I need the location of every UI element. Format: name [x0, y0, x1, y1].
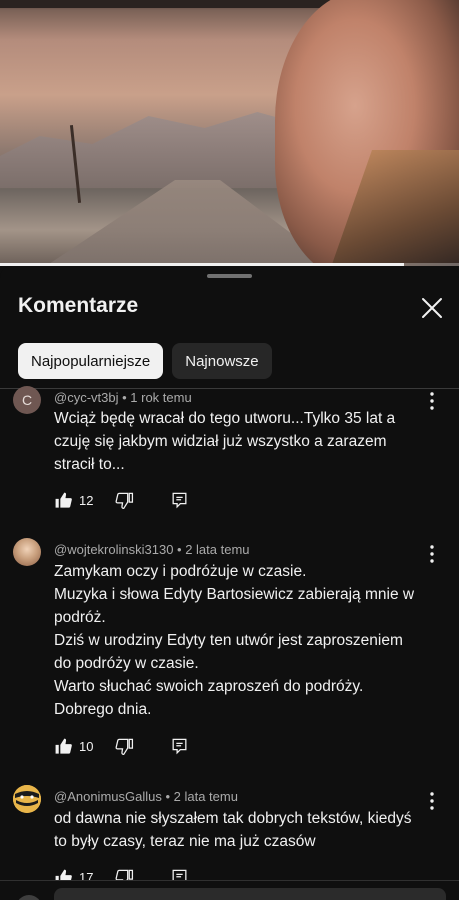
like-count: 10: [79, 738, 94, 754]
add-comment-bar: [0, 880, 459, 900]
comment-line: to były czasy, teraz nie ma już czasów: [54, 833, 316, 850]
like-count: 12: [79, 492, 94, 508]
comment-line: czuję się jakbym widział już wszystko a …: [54, 433, 387, 450]
comment-line: Dobrego dnia.: [54, 701, 152, 718]
like-button[interactable]: 10: [54, 737, 113, 756]
like-button[interactable]: 12: [54, 491, 113, 510]
reply-icon: [172, 738, 187, 754]
thumb-down-icon: [115, 738, 134, 755]
more-vert-icon: [430, 545, 434, 563]
comment-line: Muzyka i słowa Edyty Bartosiewicz zabier…: [54, 586, 415, 603]
avatar[interactable]: [13, 785, 41, 813]
video-player[interactable]: [0, 0, 459, 266]
comment-text: od dawna nie słyszałem tak dobrych tekst…: [54, 807, 416, 853]
avatar-letter: C: [21, 392, 33, 408]
masked-face-icon: [13, 785, 41, 813]
comment-text: Wciąż będę wracał do tego utworu...Tylko…: [54, 407, 416, 476]
comments-sheet: Komentarze Najpopularniejsze Najnowsze C…: [0, 266, 459, 900]
more-vert-icon: [430, 792, 434, 810]
comment-author[interactable]: @AnonimusGallus: [54, 789, 162, 804]
sort-chips: Najpopularniejsze Najnowsze: [18, 343, 272, 379]
comment-time: 2 lata temu: [185, 542, 250, 557]
comment-line: Zamykam oczy i podróżuje w czasie.: [54, 563, 307, 580]
comment-line: do podróży w czasie.: [54, 655, 199, 672]
reply-icon: [172, 492, 187, 508]
chip-top-comments[interactable]: Najpopularniejsze: [18, 343, 164, 379]
comment-meta: @AnonimusGallus • 2 lata temu: [54, 789, 238, 804]
avatar[interactable]: C: [13, 386, 41, 414]
comment-menu-button[interactable]: [424, 790, 440, 812]
comment-menu-button[interactable]: [424, 543, 440, 565]
close-button[interactable]: [418, 294, 446, 322]
comment-meta: @cyc-vt3bj • 1 rok temu: [54, 390, 192, 405]
comment-line: Warto słuchać swoich zaproszeń do podróż…: [54, 678, 364, 695]
comment-line: od dawna nie słyszałem tak dobrych tekst…: [54, 810, 412, 827]
comment-text: Zamykam oczy i podróżuje w czasie. Muzyk…: [54, 560, 416, 721]
comment-actions: 10: [54, 734, 189, 758]
comment-line: stracił to...: [54, 456, 125, 473]
comment-line: podróż.: [54, 609, 106, 626]
dislike-button[interactable]: [115, 737, 134, 756]
comment-line: Dziś w urodziny Edyty ten utwór jest zap…: [54, 632, 403, 649]
thumb-up-icon: [55, 492, 72, 508]
comment-meta: @wojtekrolinski3130 • 2 lata temu: [54, 542, 250, 557]
comment-line: Wciąż będę wracał do tego utworu...Tylko…: [54, 410, 396, 427]
thumb-up-icon: [55, 738, 72, 754]
add-comment-input[interactable]: [54, 888, 446, 900]
comment-author[interactable]: @wojtekrolinski3130: [54, 542, 173, 557]
comment-actions: 12: [54, 488, 189, 512]
my-avatar: [16, 895, 42, 900]
close-icon: [422, 298, 442, 318]
avatar[interactable]: [13, 538, 41, 566]
chips-divider: [0, 388, 459, 389]
sheet-title: Komentarze: [18, 294, 139, 317]
reply-button[interactable]: [170, 737, 189, 756]
comment-menu-button[interactable]: [424, 390, 440, 412]
dislike-button[interactable]: [115, 491, 134, 510]
chip-newest[interactable]: Najnowsze: [172, 343, 272, 379]
reply-button[interactable]: [170, 491, 189, 510]
comment-time: 1 rok temu: [130, 390, 192, 405]
thumb-down-icon: [115, 492, 134, 509]
more-vert-icon: [430, 392, 434, 410]
comment-author[interactable]: @cyc-vt3bj: [54, 390, 119, 405]
comment-time: 2 lata temu: [173, 789, 238, 804]
drag-handle[interactable]: [207, 274, 252, 278]
